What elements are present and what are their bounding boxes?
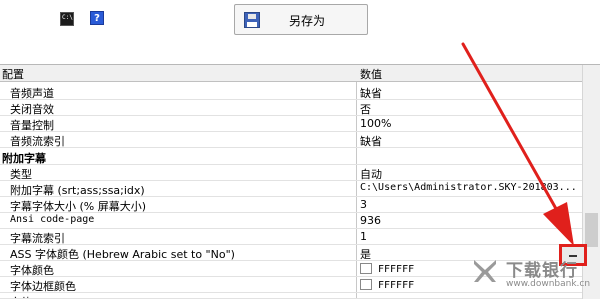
row-mute[interactable]: 关闭音效 否: [0, 100, 582, 116]
row-ansi-codepage[interactable]: Ansi code-page 936: [0, 213, 582, 229]
row-value[interactable]: 1: [360, 230, 367, 243]
color-swatch[interactable]: [360, 263, 372, 274]
row-name: 类型: [10, 168, 32, 181]
row-value[interactable]: 自动: [360, 166, 382, 182]
row-value: FFFFFF: [378, 280, 415, 291]
row-name: 字体颜色: [10, 264, 54, 277]
row-value[interactable]: 3: [360, 198, 367, 211]
group-name: 附加字幕: [2, 152, 46, 165]
row-value-wrap[interactable]: FFFFFF: [360, 278, 414, 291]
row-value[interactable]: 100%: [360, 117, 391, 130]
header-value: 数值: [360, 68, 382, 81]
save-as-button[interactable]: 另存为: [234, 4, 368, 35]
row-name: 字幕字体大小 (% 屏幕大小): [10, 200, 147, 213]
command-prompt-icon[interactable]: [60, 12, 74, 26]
help-icon[interactable]: ?: [90, 11, 104, 25]
row-audio-stream-index[interactable]: 音频流索引 缺省: [0, 132, 582, 148]
row-value[interactable]: 是: [360, 246, 371, 262]
scrollbar-thumb[interactable]: [585, 213, 598, 247]
row-subtitle-stream-index[interactable]: 字幕流索引 1: [0, 229, 582, 245]
watermark-url: www.downbank.cn: [506, 279, 591, 289]
floppy-disk-icon: [244, 12, 260, 28]
row-value[interactable]: C:\Users\Administrator.SKY-201803...: [360, 182, 577, 193]
watermark: 下载银行 www.downbank.cn: [470, 252, 600, 298]
row-type[interactable]: 类型 自动: [0, 165, 582, 181]
row-name: 附加字幕 (srt;ass;ssa;idx): [10, 184, 145, 197]
row-name: 字体边框颜色: [10, 280, 76, 293]
row-audio-channel[interactable]: 音频声道 缺省: [0, 84, 582, 100]
toolbar: ? 另存为: [0, 0, 600, 64]
row-name: 字体: [10, 294, 32, 298]
save-as-label: 另存为: [289, 14, 326, 28]
row-name: 字幕流索引: [10, 232, 65, 245]
row-name: 关闭音效: [10, 103, 54, 116]
row-name: 音频流索引: [10, 135, 65, 148]
color-swatch[interactable]: [360, 279, 372, 290]
row-value-wrap[interactable]: FFFFFF: [360, 262, 414, 275]
row-volume[interactable]: 音量控制 100%: [0, 116, 582, 132]
row-subtitle-file[interactable]: 附加字幕 (srt;ass;ssa;idx) C:\Users\Administ…: [0, 181, 582, 197]
row-value[interactable]: 缺省: [360, 133, 382, 149]
row-value: FFFFFF: [378, 264, 415, 275]
row-value[interactable]: 缺省: [360, 85, 382, 101]
row-subtitle-size[interactable]: 字幕字体大小 (% 屏幕大小) 3: [0, 197, 582, 213]
row-name: 音量控制: [10, 119, 54, 132]
header-name: 配置: [2, 68, 24, 81]
row-value[interactable]: 否: [360, 101, 371, 117]
row-value[interactable]: 936: [360, 214, 381, 227]
watermark-logo-icon: [474, 260, 496, 282]
row-name: ASS 字体颜色 (Hebrew Arabic set to "No"): [10, 248, 235, 261]
row-name: Ansi code-page: [10, 214, 95, 225]
group-subtitles[interactable]: 附加字幕: [0, 149, 582, 165]
grid-header: 配置 数值: [0, 65, 582, 82]
row-name: 音频声道: [10, 87, 54, 100]
watermark-text: 下载银行: [506, 261, 578, 281]
